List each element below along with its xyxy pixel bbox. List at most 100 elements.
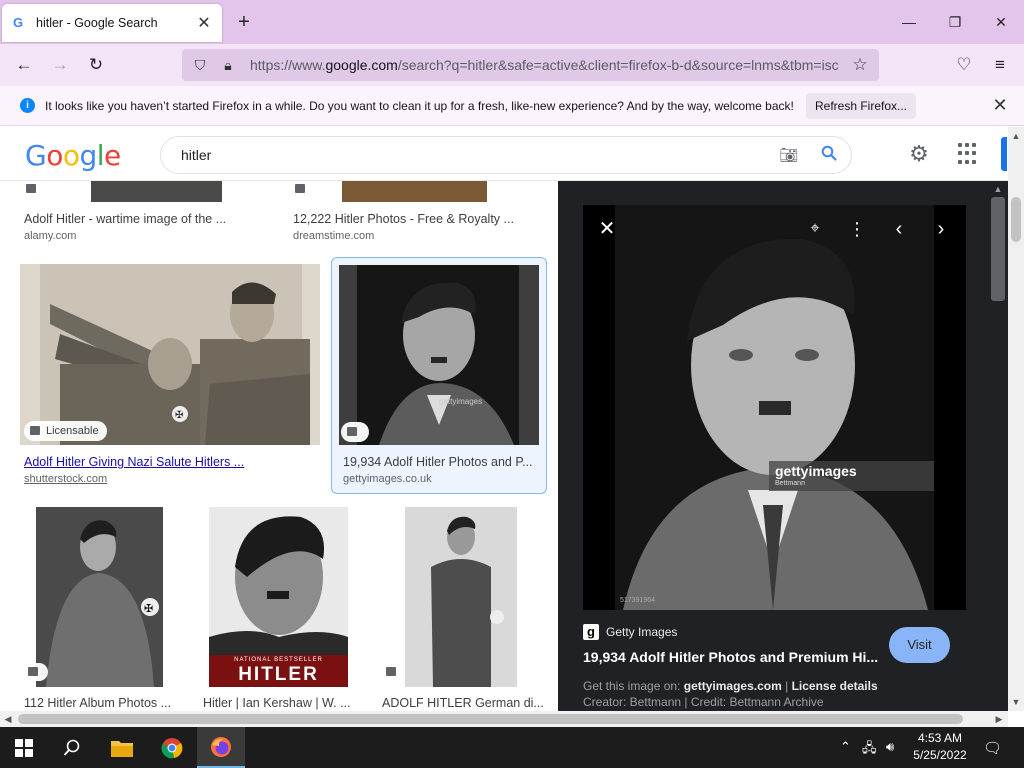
preview-source-name[interactable]: Getty Images — [606, 625, 677, 639]
result-title[interactable]: 112 Hitler Album Photos ... — [24, 696, 184, 710]
image-result[interactable]: NATIONAL BESTSELLER HITLER Hitler | Ian … — [203, 507, 363, 711]
result-title[interactable]: Adolf Hitler - wartime image of the ... — [24, 212, 264, 226]
notifications-icon[interactable]: 🗨︎ — [983, 739, 1002, 757]
firefox-button[interactable] — [197, 727, 245, 768]
preview-scrollbar[interactable]: ▲ — [989, 181, 1007, 711]
result-source[interactable]: gettyimages.co.uk — [343, 473, 432, 485]
back-icon[interactable]: ← — [11, 52, 37, 78]
page-horizontal-scrollbar[interactable]: ◀ ▶ — [0, 711, 1008, 727]
network-icon[interactable]: 🖧︎ — [862, 739, 877, 761]
result-thumbnail[interactable]: ✠ — [20, 264, 320, 445]
result-source[interactable]: alamy.com — [24, 230, 76, 242]
result-thumbnail[interactable] — [342, 181, 487, 202]
page-vertical-scrollbar[interactable]: ▲ ▼ — [1008, 127, 1024, 711]
google-header: Google hitler 📷︎ ⚙ — [0, 127, 1008, 181]
scroll-right-arrow-icon[interactable]: ▶ — [992, 712, 1006, 726]
result-source[interactable]: dreamstime.com — [293, 230, 374, 242]
image-result-selected[interactable]: gettyimages 19,934 Adolf Hitler Photos a… — [339, 265, 539, 490]
image-icon — [28, 667, 38, 676]
result-thumbnail[interactable] — [405, 507, 517, 687]
svg-text:✠: ✠ — [144, 602, 153, 615]
visual-search-icon[interactable]: ⌖ — [800, 214, 830, 244]
image-icon — [386, 667, 396, 676]
pocket-icon[interactable]: ♡ — [951, 52, 977, 78]
result-title[interactable]: ADOLF HITLER German di... — [382, 696, 548, 710]
preview-title[interactable]: 19,934 Adolf Hitler Photos and Premium H… — [583, 649, 883, 665]
volume-icon[interactable]: 🔊︎ — [886, 739, 894, 755]
get-image-line: Get this image on: gettyimages.com | Lic… — [583, 679, 878, 693]
tracking-shield-icon[interactable]: ⛉ — [190, 57, 210, 74]
image-result[interactable]: ✠ Licensable Adolf Hitler Giving Nazi Sa… — [20, 264, 320, 489]
reload-icon[interactable]: ↻ — [83, 52, 109, 78]
more-options-icon[interactable]: ⋮ — [842, 214, 872, 244]
search-input[interactable]: hitler — [181, 147, 771, 163]
previous-image-icon[interactable]: ‹ — [884, 214, 914, 244]
logo-letter: G — [25, 139, 47, 172]
preview-watermark-credit: Bettmann — [775, 480, 805, 487]
result-title[interactable]: 12,222 Hitler Photos - Free & Royalty ..… — [293, 212, 533, 226]
image-result[interactable]: ADOLF HITLER German di... — [380, 507, 550, 711]
bookmark-star-icon[interactable]: ☆ — [849, 55, 871, 75]
browser-tab[interactable]: G hitler - Google Search ✕ — [2, 4, 222, 42]
visit-button[interactable]: Visit — [889, 627, 950, 663]
sign-in-button-edge[interactable] — [1001, 137, 1007, 171]
new-tab-button[interactable]: + — [232, 10, 256, 34]
image-badge — [289, 181, 319, 197]
horizontal-scroll-thumb[interactable] — [18, 714, 963, 724]
settings-gear-icon[interactable]: ⚙ — [906, 141, 932, 167]
next-image-icon[interactable]: › — [926, 214, 956, 244]
image-icon — [347, 427, 357, 436]
google-logo[interactable]: Google — [25, 139, 121, 172]
close-tab-icon[interactable]: ✕ — [194, 13, 214, 33]
result-thumbnail[interactable] — [91, 181, 222, 202]
camera-search-icon[interactable]: 📷︎ — [771, 146, 807, 164]
preview-source[interactable]: g Getty Images — [583, 624, 677, 640]
license-details-link[interactable]: License details — [792, 679, 878, 693]
show-hidden-icons-icon[interactable]: ⌃ — [840, 739, 851, 755]
close-preview-icon[interactable]: ✕ — [592, 214, 622, 244]
system-clock[interactable]: 4:53 AM 5/25/2022 — [910, 730, 970, 764]
result-thumbnail[interactable] — [339, 265, 539, 445]
image-result[interactable]: 12,222 Hitler Photos - Free & Royalty ..… — [289, 181, 543, 242]
forward-icon[interactable]: → — [47, 52, 73, 78]
taskbar-search-button[interactable] — [48, 727, 96, 768]
scroll-up-arrow-icon[interactable]: ▲ — [1009, 129, 1023, 143]
result-title[interactable]: Adolf Hitler Giving Nazi Salute Hitlers … — [24, 455, 304, 469]
maximize-icon[interactable]: ❐ — [932, 10, 978, 34]
file-explorer-button[interactable] — [98, 727, 146, 768]
image-badge — [22, 663, 48, 681]
close-window-icon[interactable]: ✕ — [978, 10, 1024, 34]
scroll-up-arrow-icon[interactable]: ▲ — [991, 182, 1005, 196]
chrome-button[interactable] — [148, 727, 196, 768]
firefox-icon — [211, 736, 231, 757]
result-title[interactable]: Hitler | Ian Kershaw | W. ... — [203, 696, 363, 710]
result-source[interactable]: shutterstock.com — [24, 473, 107, 485]
preview-image[interactable]: gettyimages Bettmann 517391964 — [583, 205, 966, 610]
image-result[interactable]: Adolf Hitler - wartime image of the ... … — [20, 181, 268, 242]
address-bar[interactable]: ⛉ 🔒︎ https://www.google.com/search?q=hit… — [182, 49, 879, 81]
result-title[interactable]: 19,934 Adolf Hitler Photos and P... — [343, 455, 537, 469]
url-text[interactable]: https://www.google.com/search?q=hitler&s… — [250, 57, 849, 73]
result-thumbnail[interactable]: ✠ — [36, 507, 163, 687]
scroll-left-arrow-icon[interactable]: ◀ — [1, 712, 15, 726]
scroll-down-arrow-icon[interactable]: ▼ — [1009, 695, 1023, 709]
image-badge — [20, 181, 50, 197]
start-button[interactable] — [0, 727, 48, 768]
google-apps-icon[interactable] — [958, 143, 980, 165]
close-notification-icon[interactable]: ✕ — [990, 95, 1010, 115]
logo-letter: o — [46, 139, 63, 172]
separator: | — [785, 679, 789, 693]
refresh-firefox-button[interactable]: Refresh Firefox... — [806, 93, 916, 119]
refresh-notification-bar: i It looks like you haven’t started Fire… — [0, 86, 1024, 126]
search-box[interactable]: hitler 📷︎ — [160, 136, 852, 174]
search-icon[interactable] — [807, 145, 851, 166]
lock-icon[interactable]: 🔒︎ — [218, 57, 238, 74]
preview-scroll-thumb[interactable] — [991, 197, 1005, 301]
chrome-icon — [161, 737, 183, 758]
page-scroll-thumb[interactable] — [1011, 197, 1021, 242]
get-image-link[interactable]: gettyimages.com — [684, 679, 782, 693]
folder-icon — [111, 740, 133, 757]
image-result[interactable]: ✠ 112 Hitler Album Photos ... — [22, 507, 184, 711]
minimize-icon[interactable]: — — [886, 10, 932, 34]
menu-hamburger-icon[interactable]: ≡ — [987, 52, 1013, 78]
